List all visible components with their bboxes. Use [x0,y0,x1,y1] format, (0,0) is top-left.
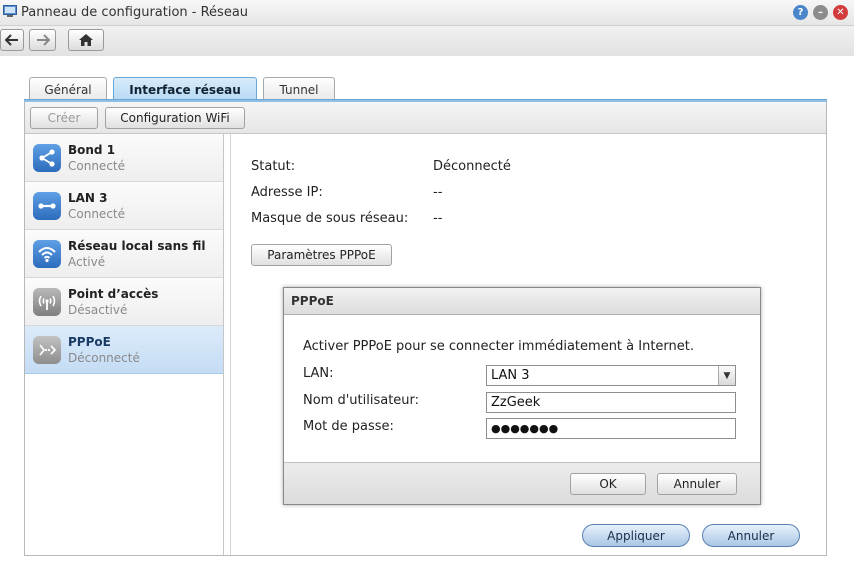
dialog-ok-label: OK [599,477,617,491]
main-content: Général Interface réseau Tunnel Créer Co… [0,56,854,567]
home-icon [79,34,93,46]
share-icon [33,144,61,172]
username-label: Nom d'utilisateur: [303,393,420,408]
interface-item-access-point[interactable]: Point d’accès Désactivé [25,278,223,326]
tab-general[interactable]: Général [29,77,107,101]
interface-item-bond1[interactable]: Bond 1 Connecté [25,134,223,182]
wifi-config-button-label: Configuration WiFi [120,111,230,125]
interface-name: PPPoE [68,335,111,349]
pppoe-settings-button[interactable]: Paramètres PPPoE [251,244,392,266]
arrow-right-icon [36,34,50,46]
interface-item-lan3[interactable]: LAN 3 Connecté [25,182,223,230]
close-icon[interactable]: ✕ [833,5,848,20]
apply-button[interactable]: Appliquer [582,524,690,547]
status-value: Déconnecté [433,159,511,174]
status-label: Statut: [251,159,296,174]
network-interface-panel: Créer Configuration WiFi Bond 1 Connecté… [24,102,827,556]
password-field[interactable]: ●●●●●●● [486,418,736,439]
interface-status: Connecté [68,207,125,221]
password-value: ●●●●●●● [491,422,559,435]
lan-select[interactable]: LAN 3 ▼ [486,365,736,386]
cancel-button-label: Annuler [727,528,775,543]
minimize-icon[interactable]: – [813,5,828,20]
tab-label: Tunnel [279,82,319,97]
title-bar: Panneau de configuration - Réseau ? – ✕ [0,0,854,26]
help-icon[interactable]: ? [793,5,808,20]
interface-status: Désactivé [68,303,128,317]
cancel-button[interactable]: Annuler [702,524,800,547]
ip-address-value: -- [433,185,443,200]
tab-label: Interface réseau [129,82,241,97]
password-label: Mot de passe: [303,419,394,434]
dialog-footer: OK Annuler [284,462,760,504]
back-button[interactable] [0,29,24,51]
username-field[interactable]: ZzGeek [486,392,736,413]
username-value: ZzGeek [491,395,541,410]
subnet-mask-value: -- [433,211,443,226]
create-button-label: Créer [47,111,81,125]
interface-list: Bond 1 Connecté LAN 3 Connecté Réseau lo… [25,134,224,555]
interface-toolbar: Créer Configuration WiFi [25,102,826,134]
interface-name: Bond 1 [68,143,116,157]
interface-name: Réseau local sans fil [68,239,206,253]
interface-name: Point d’accès [68,287,159,301]
pppoe-settings-button-label: Paramètres PPPoE [267,248,376,262]
lan-label: LAN: [303,366,334,381]
panel-divider [230,134,231,555]
interface-status: Activé [68,255,106,269]
control-panel-icon [3,5,17,17]
dialog-description: Activer PPPoE pour se connecter immédiat… [303,339,695,354]
wifi-icon [33,240,61,268]
forward-button[interactable] [29,29,56,51]
tab-tunnel[interactable]: Tunnel [263,77,335,101]
interface-status: Déconnecté [68,351,140,365]
dialog-title: PPPoE [284,288,760,315]
access-point-icon [33,288,61,316]
interface-item-pppoe[interactable]: PPPoE Déconnecté [25,326,223,374]
ip-address-label: Adresse IP: [251,185,323,200]
create-button[interactable]: Créer [30,107,98,129]
window-title: Panneau de configuration - Réseau [21,5,249,20]
apply-button-label: Appliquer [607,528,665,543]
interface-item-wireless-lan[interactable]: Réseau local sans fil Activé [25,230,223,278]
chevron-down-icon: ▼ [718,366,735,385]
home-button[interactable] [68,29,104,51]
arrow-left-icon [5,34,18,46]
pppoe-icon [33,336,61,364]
interface-name: LAN 3 [68,191,108,205]
tab-label: Général [44,82,92,97]
nav-toolbar [0,26,854,56]
dialog-ok-button[interactable]: OK [570,473,646,495]
pppoe-dialog: PPPoE Activer PPPoE pour se connecter im… [283,287,761,505]
tab-network-interface[interactable]: Interface réseau [113,77,257,101]
subnet-mask-label: Masque de sous réseau: [251,211,409,226]
wifi-config-button[interactable]: Configuration WiFi [105,107,245,129]
interface-status: Connecté [68,159,125,173]
ethernet-icon [33,192,61,220]
dialog-cancel-label: Annuler [673,477,721,491]
lan-select-value: LAN 3 [491,368,530,383]
dialog-cancel-button[interactable]: Annuler [657,473,737,495]
